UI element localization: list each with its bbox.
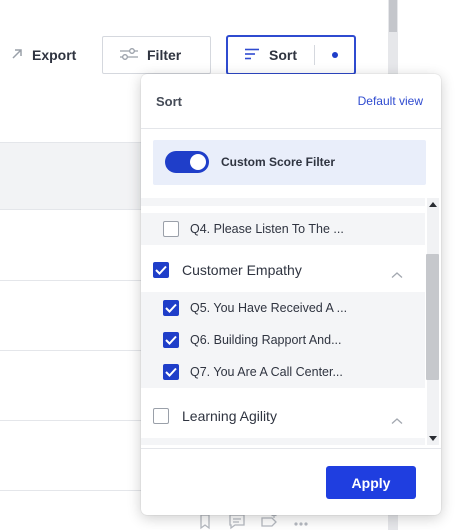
list-item-partial: [141, 438, 425, 445]
custom-score-filter-card: Custom Score Filter: [153, 140, 426, 185]
export-arrow-icon: [10, 47, 24, 64]
filter-button[interactable]: Filter: [102, 36, 211, 74]
sort-lines-icon: [244, 47, 260, 64]
checkbox-checked[interactable]: [163, 364, 179, 380]
list-item[interactable]: Q7. You Are A Call Center...: [141, 356, 425, 388]
filter-label: Filter: [147, 47, 182, 63]
sort-active-indicator: [332, 52, 338, 58]
list-item-partial: [141, 198, 425, 206]
list-item[interactable]: Q6. Building Rapport And...: [141, 324, 425, 356]
export-button[interactable]: Export: [8, 36, 92, 74]
list-item-label: Q5. You Have Received A ...: [190, 301, 348, 315]
checkbox-unchecked[interactable]: [153, 408, 169, 424]
chevron-up-icon[interactable]: [391, 266, 403, 278]
checkbox-checked[interactable]: [163, 300, 179, 316]
chevron-up-icon[interactable]: [391, 412, 403, 424]
group-row-customer-empathy[interactable]: Customer Empathy: [141, 248, 425, 292]
group-row-learning-agility[interactable]: Learning Agility: [141, 394, 425, 438]
default-view-link[interactable]: Default view: [358, 94, 423, 108]
page-scrollbar-thumb[interactable]: [389, 0, 397, 32]
toggle-knob: [190, 154, 206, 170]
group-label: Learning Agility: [182, 408, 277, 424]
filter-sliders-icon: [119, 47, 139, 64]
checkbox-checked[interactable]: [163, 332, 179, 348]
list-item[interactable]: Q4. Please Listen To The ...: [141, 213, 425, 245]
question-list: Q4. Please Listen To The ... Customer Em…: [141, 198, 441, 445]
scroll-down-arrow-icon[interactable]: [429, 436, 437, 441]
list-item-label: Q6. Building Rapport And...: [190, 333, 342, 347]
list-item-label: Q4. Please Listen To The ...: [190, 222, 344, 236]
scroll-up-arrow-icon[interactable]: [429, 202, 437, 207]
group-label: Customer Empathy: [182, 262, 302, 278]
sort-label: Sort: [269, 47, 297, 63]
sort-panel-header: Sort Default view: [141, 74, 441, 129]
sort-button-divider: [314, 45, 315, 65]
checkbox-checked[interactable]: [153, 262, 169, 278]
sort-dropdown-panel: Sort Default view Custom Score Filter Q4…: [141, 74, 441, 515]
sort-button[interactable]: Sort: [226, 35, 356, 75]
list-item-label: Q7. You Are A Call Center...: [190, 365, 343, 379]
export-label: Export: [32, 47, 77, 63]
apply-button[interactable]: Apply: [326, 466, 416, 499]
custom-score-filter-label: Custom Score Filter: [221, 155, 336, 169]
custom-score-filter-toggle[interactable]: [165, 151, 209, 173]
list-item[interactable]: Q5. You Have Received A ...: [141, 292, 425, 324]
sort-panel-footer: Apply: [141, 448, 441, 515]
list-scrollbar-thumb[interactable]: [426, 254, 439, 380]
checkbox-unchecked[interactable]: [163, 221, 179, 237]
sort-panel-title: Sort: [156, 94, 182, 109]
